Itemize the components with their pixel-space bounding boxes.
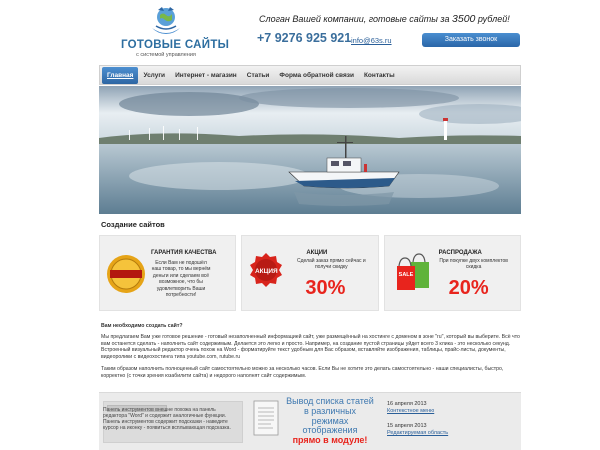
card-promo-text: Сделай заказ прямо сейчас и получи скидк…	[296, 258, 366, 271]
sale-bag-label: SALE	[398, 272, 414, 278]
card-sale-title: РАСПРОДАЖА	[438, 250, 482, 256]
logo-subtitle: с системой управления	[136, 52, 196, 58]
site-logo[interactable]: ГОТОВЫЕ САЙТЫ с системой управления	[121, 4, 230, 60]
caption-line-4: прямо в модуле!	[292, 435, 368, 446]
news-link[interactable]: Редактируемая область	[387, 430, 517, 437]
slogan-price: 3500	[452, 13, 476, 25]
intro-question: Вам необходимо создать сайт?	[101, 323, 183, 329]
card-sale-text: При покупке двух комплектов скидка	[439, 258, 508, 271]
articles-module-promo[interactable]: Вывод списка статей в различных режимах …	[249, 395, 377, 447]
hero-banner-image	[99, 86, 521, 214]
card-sale-value: 20%	[448, 277, 489, 299]
nav-item-home[interactable]: Главная	[102, 66, 139, 84]
nav-item-contacts[interactable]: Контакты	[359, 67, 400, 84]
intro-paragraph-1: Мы предлагаем Вам уже готовое решение - …	[101, 334, 520, 360]
nav-item-services[interactable]: Услуги	[138, 67, 170, 84]
promo-seal-label: АКЦИЯ	[254, 268, 278, 275]
page: ГОТОВЫЕ САЙТЫ с системой управления Слог…	[99, 0, 521, 450]
slogan-tail: рублей!	[477, 14, 510, 24]
news-item: 15 апреля 2013 Редактируемая область	[387, 423, 517, 437]
nav-item-articles[interactable]: Статьи	[242, 67, 275, 84]
news-item: 16 апреля 2013 Контекстное меню	[387, 401, 517, 415]
slogan-text: Слоган Вашей компании, готовые сайты за	[259, 14, 450, 24]
intro-paragraph-2: Таким образом наполнить полноценный сайт…	[101, 366, 504, 379]
promo-cards: ГАРАНТИЯ КАЧЕСТВА Если Вам не подошёл на…	[99, 235, 521, 311]
card-quality-text: Если Вам не подошёл наш товар, то мы вер…	[151, 260, 211, 299]
company-slogan: Слоган Вашей компании, готовые сайты за …	[259, 13, 521, 25]
card-promo-value: 30%	[305, 277, 346, 299]
toolbar-info-text: Панель инструментов внешне похожа на пан…	[103, 407, 231, 431]
card-quality[interactable]: ГАРАНТИЯ КАЧЕСТВА Если Вам не подошёл на…	[99, 235, 237, 311]
card-promo[interactable]: АКЦИЯ АКЦИИ Сделай заказ прямо сейчас и …	[241, 235, 379, 311]
request-call-button[interactable]: Заказать звонок	[422, 33, 520, 47]
card-promo-title: АКЦИИ	[306, 250, 328, 256]
card-quality-title: ГАРАНТИЯ КАЧЕСТВА	[151, 250, 217, 256]
nav-item-feedback[interactable]: Форма обратной связи	[274, 67, 359, 84]
news-date: 16 апреля 2013	[387, 401, 427, 407]
news-link[interactable]: Контекстное меню	[387, 408, 517, 415]
logo-title: ГОТОВЫЕ САЙТЫ	[121, 39, 230, 51]
section-title: Создание сайтов	[101, 220, 165, 229]
document-icon	[251, 399, 281, 441]
phone-number: +7 9276 925 921	[257, 31, 352, 45]
guarantee-seal-icon	[106, 254, 146, 296]
main-nav: Главная Услуги Интернет - магазин Статьи…	[99, 65, 521, 85]
email-link[interactable]: info@63s.ru	[351, 36, 392, 45]
card-sale[interactable]: SALE РАСПРОДАЖА При покупке двух комплек…	[383, 235, 521, 311]
caption-line-2: в различных режимах	[303, 405, 357, 426]
logo-emblem-icon	[148, 4, 184, 38]
bottom-panel: Панель инструментов внешне похожа на пан…	[99, 392, 521, 450]
news-date: 15 апреля 2013	[387, 423, 427, 429]
articles-module-caption: Вывод списка статей в различных режимах …	[285, 396, 375, 446]
nav-item-shop[interactable]: Интернет - магазин	[170, 67, 242, 84]
